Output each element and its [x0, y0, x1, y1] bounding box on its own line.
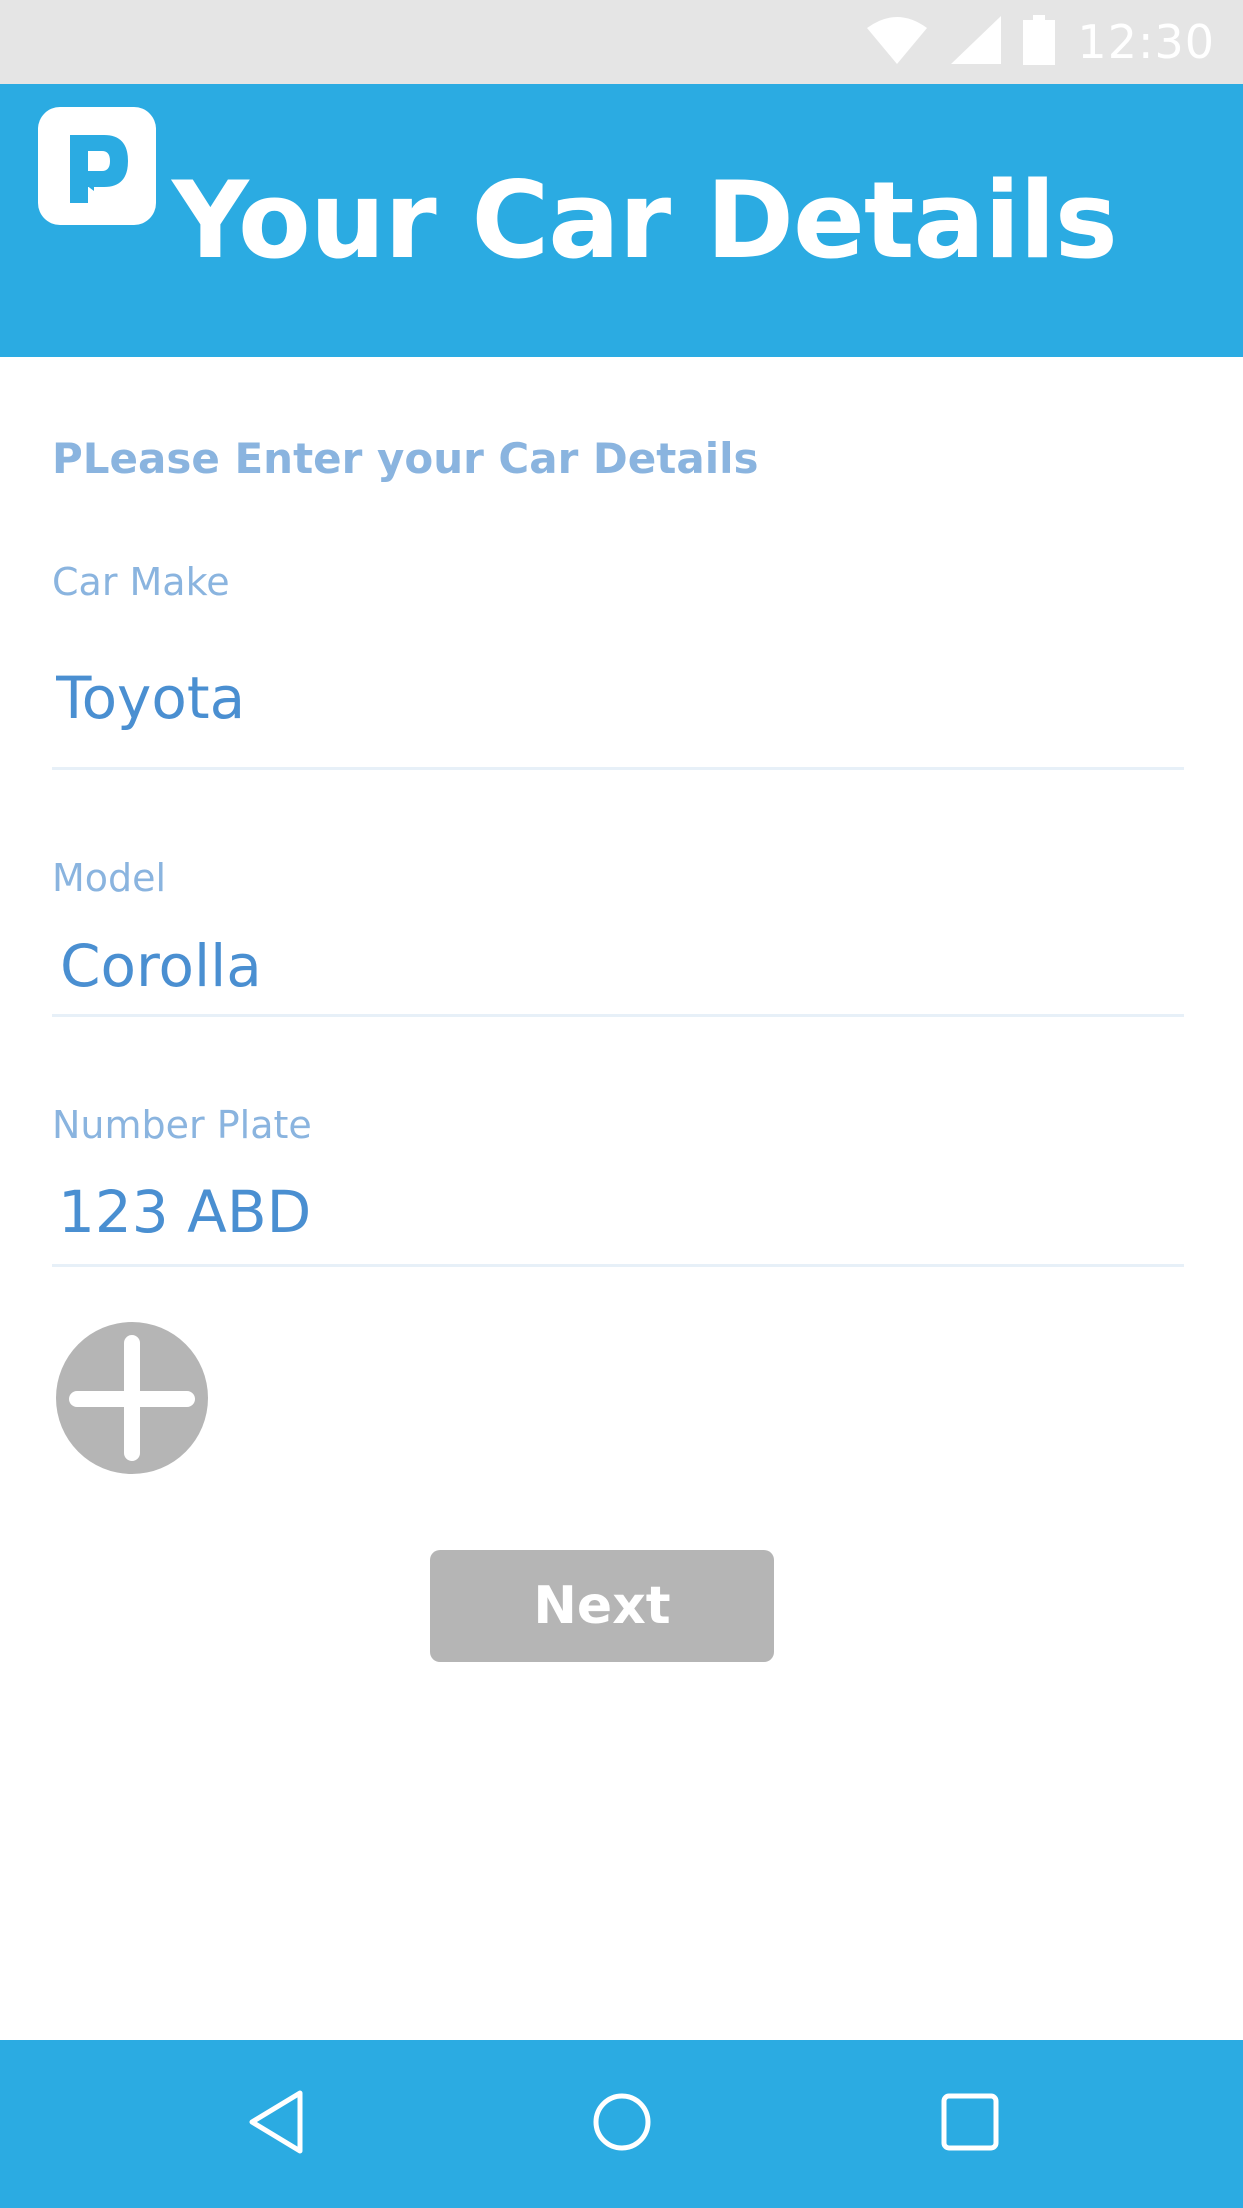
model-input[interactable]: [60, 930, 1190, 1002]
next-button[interactable]: Next: [430, 1550, 774, 1662]
number-plate-input[interactable]: [58, 1176, 1188, 1248]
back-triangle-icon: [246, 2089, 306, 2160]
recents-square-icon: [940, 2092, 1000, 2157]
car-make-underline: [52, 767, 1184, 770]
wifi-icon: [865, 16, 929, 69]
navigation-bar: [0, 2040, 1243, 2208]
car-make-input[interactable]: [56, 662, 1186, 734]
back-button[interactable]: [216, 2040, 336, 2208]
model-label: Model: [52, 856, 167, 900]
status-icons: 12:30: [865, 0, 1215, 84]
parking-p-logo: [38, 107, 156, 225]
model-underline: [52, 1014, 1184, 1017]
number-plate-label: Number Plate: [52, 1103, 312, 1147]
home-button[interactable]: [562, 2040, 682, 2208]
car-make-label: Car Make: [52, 560, 230, 604]
cell-signal-icon: [951, 15, 1002, 69]
screen: 12:30 Your Car Details PLease Enter your…: [0, 0, 1243, 2208]
number-plate-underline: [52, 1264, 1184, 1267]
recents-button[interactable]: [910, 2040, 1030, 2208]
home-circle-icon: [592, 2092, 652, 2157]
status-time: 12:30: [1077, 15, 1215, 69]
add-car-button[interactable]: [56, 1322, 208, 1474]
page-title: Your Car Details: [172, 159, 1118, 282]
status-bar: 12:30: [0, 0, 1243, 84]
form-heading: PLease Enter your Car Details: [52, 434, 759, 483]
battery-icon: [1023, 14, 1056, 70]
